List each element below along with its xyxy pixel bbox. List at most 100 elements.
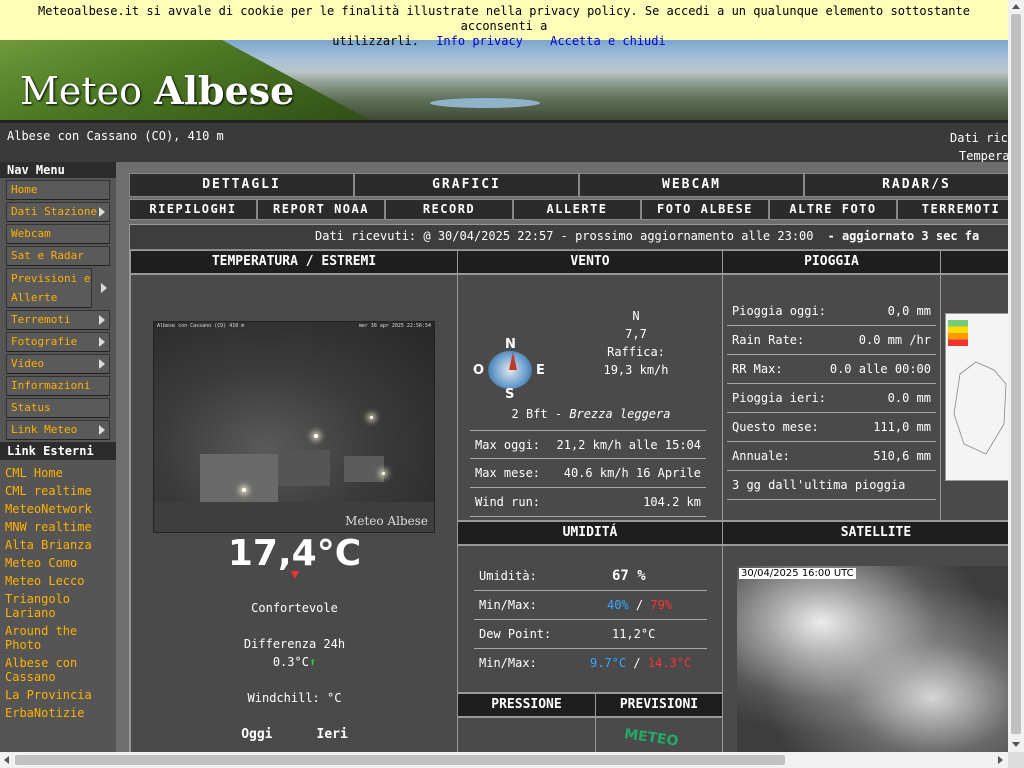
satellite-image[interactable]: 30/04/2025 16:00 UTC [737, 566, 1008, 752]
scroll-down-arrow-icon[interactable] [1012, 742, 1020, 747]
wind-direction: N [632, 309, 640, 323]
rain-header: PIOGGIA [722, 250, 941, 274]
webcam-caption: Albese con Cassano (CO) 410 m [157, 323, 245, 329]
ext-link-meteo-como[interactable]: Meteo Como [5, 556, 111, 570]
site-logo[interactable]: Meteo Albese [20, 68, 294, 113]
rain-panel: Pioggia oggi: 0,0 mm Rain Rate: 0.0 mm /hr… [722, 274, 941, 521]
tab-report-noaa[interactable]: REPORT NOAA [257, 199, 385, 220]
tab-grafici[interactable]: GRAFICI [354, 173, 579, 197]
nav-item-link-meteo[interactable]: Link Meteo [6, 420, 110, 440]
horizontal-scroll-thumb[interactable] [15, 755, 785, 765]
tab-webcam[interactable]: WEBCAM [579, 173, 804, 197]
privacy-link[interactable]: Info privacy [436, 34, 523, 48]
tab-riepiloghi[interactable]: RIEPILOGHI [129, 199, 257, 220]
forecast-logo: METEO [623, 726, 680, 750]
ext-link-cml-realtime[interactable]: CML realtime [5, 484, 111, 498]
ext-link-erbanotizie[interactable]: ErbaNotizie [5, 706, 111, 720]
row-key: Max oggi: [475, 438, 541, 452]
humidity-minmax-values: 40% / 79% [607, 591, 672, 619]
nav-item-status[interactable]: Status [6, 398, 110, 418]
ext-link-cml-home[interactable]: CML Home [5, 466, 111, 480]
logo-text-light: Meteo [20, 69, 155, 113]
pressure-header: PRESSIONE [457, 693, 596, 717]
header-banner: Meteo Albese [0, 40, 1008, 120]
humidity-panel: Umidità: 67 % Min/Max: 40% / 79% Dew Point… [457, 545, 723, 693]
nav-item-label: Video [11, 357, 45, 370]
nav-item-label: Informazioni [11, 379, 91, 392]
ext-link-around-the-photo[interactable]: Around the Photo [5, 624, 111, 652]
row-value: 0.0 mm /hr [858, 333, 931, 347]
tab-radar[interactable]: RADAR/S [804, 173, 1008, 197]
scroll-left-arrow-icon[interactable] [4, 756, 9, 764]
rain-last: 3 gg dall'ultima pioggia [727, 471, 936, 500]
temperature-trend-icon [291, 571, 299, 579]
ext-link-alta-brianza[interactable]: Alta Brianza [5, 538, 111, 552]
webcam-image[interactable]: Albese con Cassano (CO) 410 m mer 30 apr… [153, 321, 435, 533]
lightning-map[interactable] [945, 313, 1008, 481]
submenu-arrow-icon [99, 207, 105, 217]
nav-item-home[interactable]: Home [6, 180, 110, 200]
humidity-row: Umidità: 67 % [474, 562, 707, 591]
nav-item-video[interactable]: Video [6, 354, 110, 374]
yesterday-label: Ieri [316, 727, 348, 742]
webcam-streetlight [314, 434, 318, 438]
nav-item-informazioni[interactable]: Informazioni [6, 376, 110, 396]
compass-east: E [536, 363, 545, 378]
horizontal-scrollbar[interactable] [0, 752, 1008, 768]
ext-link-mnw-realtime[interactable]: MNW realtime [5, 520, 111, 534]
ext-link-albese-con-cassano[interactable]: Albese con Cassano [5, 656, 111, 684]
updated-ago-text: - aggiornato 3 sec fa [827, 229, 980, 243]
tab-terremoti[interactable]: TERREMOTI [897, 199, 1008, 220]
webcam-streetlight [370, 416, 373, 419]
humidity-min: 40% [607, 598, 629, 612]
forecast-panel: METEO [595, 717, 723, 752]
nav-item-label: Previsioni e Allerte [11, 272, 91, 304]
windchill: Windchill: °C [247, 691, 342, 705]
tab-altre-foto[interactable]: ALTRE FOTO [769, 199, 897, 220]
map-outline-icon [953, 361, 1007, 455]
nav-item-terremoti[interactable]: Terremoti [6, 310, 110, 330]
today-yesterday-row: Oggi Ieri [131, 727, 458, 742]
row-key: Dew Point: [479, 627, 552, 641]
row-key: Wind run: [475, 495, 541, 509]
rain-row-month: Questo mese: 111,0 mm [727, 413, 936, 442]
location-bar-right: Dati ric Tempera [950, 129, 1008, 165]
tab-dettagli[interactable]: DETTAGLI [129, 173, 354, 197]
diff-24h-label: Differenza 24h [243, 637, 346, 651]
sidebar: Nav Menu Home Dati Stazione Webcam Sat e… [0, 162, 116, 752]
dew-point-value: 11,2°C [612, 627, 656, 641]
tab-allerte[interactable]: ALLERTE [513, 199, 641, 220]
vertical-scroll-thumb[interactable] [1011, 14, 1021, 734]
ext-link-meteonetwork[interactable]: MeteoNetwork [5, 502, 111, 516]
rain-row-yesterday: Pioggia ieri: 0.0 mm [727, 384, 936, 413]
rain-row-rate: Rain Rate: 0.0 mm /hr [727, 326, 936, 355]
nav-item-label: Webcam [11, 227, 51, 240]
data-received-text: Dati ricevuti: @ 30/04/2025 22:57 - pros… [315, 229, 814, 243]
vertical-scrollbar[interactable] [1008, 0, 1024, 752]
nav-item-previsioni[interactable]: Previsioni e Allerte [6, 268, 107, 308]
tab-record[interactable]: RECORD [385, 199, 513, 220]
wind-compass: N E S O [473, 337, 545, 405]
scroll-right-arrow-icon[interactable] [998, 756, 1003, 764]
row-key: RR Max: [732, 362, 783, 376]
tab-foto-albese[interactable]: FOTO ALBESE [641, 199, 769, 220]
compass-south: S [505, 387, 515, 402]
dew-minmax-row: Min/Max: 9.7°C / 14.3°C [474, 649, 707, 678]
scroll-up-arrow-icon[interactable] [1012, 4, 1020, 9]
nav-item-dati-stazione[interactable]: Dati Stazione [6, 202, 110, 222]
external-links: CML Home CML realtime MeteoNetwork MNW r… [0, 460, 116, 726]
ext-link-triangolo-lariano[interactable]: Triangolo Lariano [5, 592, 111, 620]
ext-link-meteo-lecco[interactable]: Meteo Lecco [5, 574, 111, 588]
row-value: 0.0 mm [887, 391, 931, 405]
nav-item-sat-radar[interactable]: Sat e Radar [6, 246, 110, 266]
nav-item-webcam[interactable]: Webcam [6, 224, 110, 244]
minmax-sep: / [633, 656, 641, 670]
location-right-line1: Dati ric [950, 131, 1008, 145]
nav-item-fotografie[interactable]: Fotografie [6, 332, 110, 352]
accept-cookie-link[interactable]: Accetta e chiudi [550, 34, 666, 48]
ext-link-la-provincia[interactable]: La Provincia [5, 688, 111, 702]
humidity-minmax-row: Min/Max: 40% / 79% [474, 591, 707, 620]
rain-row-today: Pioggia oggi: 0,0 mm [727, 297, 936, 326]
scrollbar-corner [1008, 752, 1024, 768]
dew-point-row: Dew Point: 11,2°C [474, 620, 707, 649]
